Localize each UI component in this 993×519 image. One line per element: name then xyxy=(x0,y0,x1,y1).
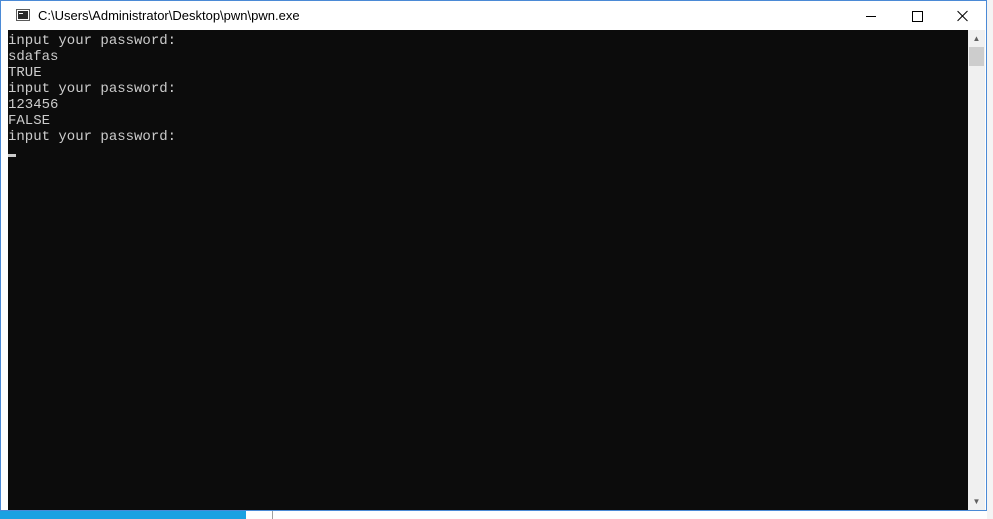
window-title: C:\Users\Administrator\Desktop\pwn\pwn.e… xyxy=(38,8,300,23)
vertical-scrollbar[interactable]: ▲ ▼ xyxy=(968,30,985,510)
console-line: input your password: xyxy=(8,129,177,145)
console-app-icon[interactable] xyxy=(16,9,30,21)
console-line: TRUE xyxy=(8,65,42,81)
text-cursor xyxy=(8,154,16,157)
console-line: FALSE xyxy=(8,113,51,129)
scroll-up-icon[interactable]: ▲ xyxy=(968,30,985,47)
close-icon xyxy=(957,10,969,22)
console-line: sdafas xyxy=(8,49,59,65)
minimize-icon xyxy=(866,15,876,17)
maximize-icon xyxy=(911,10,923,22)
console-output-area[interactable]: input your password: sdafas TRUE input y… xyxy=(8,30,968,510)
console-line: input your password: xyxy=(8,33,177,49)
console-text: input your password: sdafas TRUE input y… xyxy=(8,33,176,145)
close-button[interactable] xyxy=(940,1,986,31)
taskbar-edge xyxy=(0,511,246,519)
title-bar[interactable]: C:\Users\Administrator\Desktop\pwn\pwn.e… xyxy=(1,1,986,31)
scroll-thumb[interactable] xyxy=(969,47,984,66)
background-window-edge xyxy=(272,511,273,519)
minimize-button[interactable] xyxy=(848,1,894,31)
console-line: 123456 xyxy=(8,97,59,113)
background-window-right xyxy=(987,0,993,519)
maximize-button[interactable] xyxy=(894,1,940,31)
console-line: input your password: xyxy=(8,81,177,97)
scroll-down-icon[interactable]: ▼ xyxy=(968,493,985,510)
